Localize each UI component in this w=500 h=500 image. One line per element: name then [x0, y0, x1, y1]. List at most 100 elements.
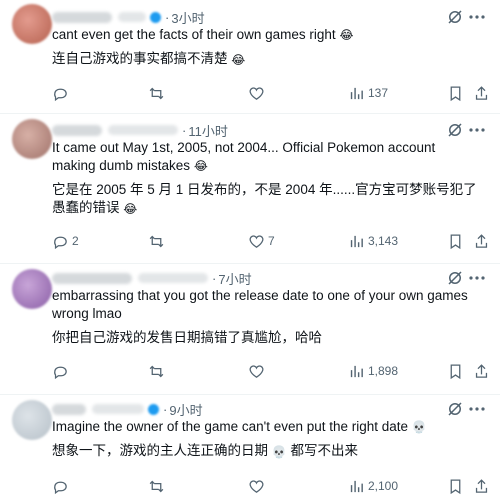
reply-item[interactable]: · 9小时 Imagine the owner of the game can'…	[0, 394, 500, 500]
views-button[interactable]: 1,898	[348, 361, 398, 381]
timestamp[interactable]: 3小时	[171, 8, 204, 27]
display-name[interactable]	[52, 11, 112, 23]
retweet-icon	[149, 87, 164, 99]
retweet-button[interactable]	[148, 231, 165, 251]
retweet-button[interactable]	[148, 361, 165, 381]
display-name[interactable]	[52, 272, 132, 284]
bookmark-button[interactable]	[447, 231, 464, 251]
reply-item[interactable]: · 11小时 It came out May 1st, 2005, not 20…	[0, 113, 500, 264]
like-icon	[249, 364, 264, 378]
reply-text: It came out May 1st, 2005, not 2004... O…	[52, 139, 482, 218]
share-icon	[475, 363, 488, 378]
text-original: It came out May 1st, 2005, not 2004... O…	[52, 140, 436, 173]
more-icon[interactable]	[464, 8, 490, 26]
like-count: 7	[268, 234, 275, 248]
bookmark-icon	[450, 85, 461, 101]
views-button[interactable]: 2,100	[348, 476, 398, 496]
text-translation: 想象一下，游戏的主人连正确的日期	[52, 443, 268, 459]
reply-text: embarrassing that you got the release da…	[52, 287, 482, 347]
reply-button[interactable]	[52, 361, 69, 381]
reply-header: · 7小时	[52, 269, 252, 287]
user-handle[interactable]	[92, 404, 144, 414]
text-original: cant even get the facts of their own gam…	[52, 27, 336, 42]
share-icon	[475, 233, 488, 248]
reply-item[interactable]: · 3小时 cant even get the facts of their o…	[0, 0, 500, 114]
text-translation: 你把自己游戏的发售日期搞错了真尴尬，哈哈	[52, 330, 322, 345]
emoji: 💀	[411, 420, 427, 435]
grok-icon[interactable]	[446, 269, 464, 287]
bookmark-icon	[450, 363, 461, 379]
action-bar: 2 7 3,143	[52, 231, 490, 251]
views-count: 2,100	[368, 479, 399, 493]
text-original: Imagine the owner of the game can't even…	[52, 419, 409, 434]
emoji: 😂	[123, 201, 138, 216]
reply-header: · 11小时	[52, 121, 228, 139]
reply-button[interactable]	[52, 83, 69, 103]
reply-count: 2	[72, 234, 79, 248]
reply-header: · 9小时	[52, 400, 203, 418]
user-handle[interactable]	[108, 125, 178, 135]
bookmark-button[interactable]	[447, 361, 464, 381]
like-icon	[249, 86, 264, 100]
views-button[interactable]: 3,143	[348, 231, 398, 251]
share-icon	[475, 85, 488, 100]
views-icon	[350, 235, 363, 247]
grok-icon[interactable]	[446, 121, 464, 139]
reply-button[interactable]: 2	[52, 231, 79, 251]
views-count: 3,143	[368, 234, 399, 248]
timestamp[interactable]: 11小时	[188, 121, 228, 140]
bookmark-button[interactable]	[447, 83, 464, 103]
reply-icon	[54, 88, 67, 101]
grok-icon[interactable]	[446, 8, 464, 26]
display-name[interactable]	[52, 403, 86, 415]
text-original: embarrassing that you got the release da…	[52, 288, 468, 321]
display-name[interactable]	[52, 124, 102, 136]
bookmark-button[interactable]	[447, 476, 464, 496]
like-icon	[249, 479, 264, 493]
reply-icon	[54, 236, 67, 249]
like-button[interactable]: 7	[248, 231, 275, 251]
views-button[interactable]: 137	[348, 83, 388, 103]
reply-text: Imagine the owner of the game can't even…	[52, 418, 482, 461]
retweet-button[interactable]	[148, 476, 165, 496]
action-bar: 137	[52, 83, 490, 103]
more-icon[interactable]	[464, 400, 490, 418]
like-button[interactable]	[248, 83, 265, 103]
bookmark-icon	[450, 478, 461, 494]
reply-item[interactable]: · 7小时 embarrassing that you got the rele…	[0, 263, 500, 395]
retweet-icon	[149, 235, 164, 247]
views-icon	[350, 480, 363, 492]
like-button[interactable]	[248, 476, 265, 496]
user-handle[interactable]	[138, 273, 208, 283]
more-icon[interactable]	[464, 269, 490, 287]
like-icon	[249, 234, 264, 248]
reply-button[interactable]	[52, 476, 69, 496]
views-icon	[350, 87, 363, 99]
share-button[interactable]	[473, 361, 490, 381]
avatar[interactable]	[12, 400, 52, 440]
verified-icon	[148, 403, 159, 415]
bookmark-icon	[450, 233, 461, 249]
retweet-button[interactable]	[148, 83, 165, 103]
emoji: 💀	[271, 444, 287, 459]
text-translation: 它是在 2005 年 5 月 1 日发布的，不是 2004 年......官方宝…	[52, 182, 477, 216]
timestamp[interactable]: 9小时	[169, 400, 202, 419]
views-count: 137	[368, 86, 389, 100]
share-button[interactable]	[473, 476, 490, 496]
views-icon	[350, 365, 363, 377]
like-button[interactable]	[248, 361, 265, 381]
verified-icon	[150, 11, 161, 23]
text-translation: 连自己游戏的事实都搞不清楚	[52, 51, 228, 67]
avatar[interactable]	[12, 269, 52, 309]
user-handle[interactable]	[118, 12, 146, 22]
more-icon[interactable]	[464, 121, 490, 139]
emoji: 😂	[339, 28, 354, 43]
reply-icon	[54, 366, 67, 379]
avatar[interactable]	[12, 4, 52, 44]
avatar[interactable]	[12, 119, 52, 159]
timestamp[interactable]: 7小时	[218, 269, 251, 288]
grok-icon[interactable]	[446, 400, 464, 418]
share-button[interactable]	[473, 231, 490, 251]
share-button[interactable]	[473, 83, 490, 103]
reply-header: · 3小时	[52, 8, 205, 26]
